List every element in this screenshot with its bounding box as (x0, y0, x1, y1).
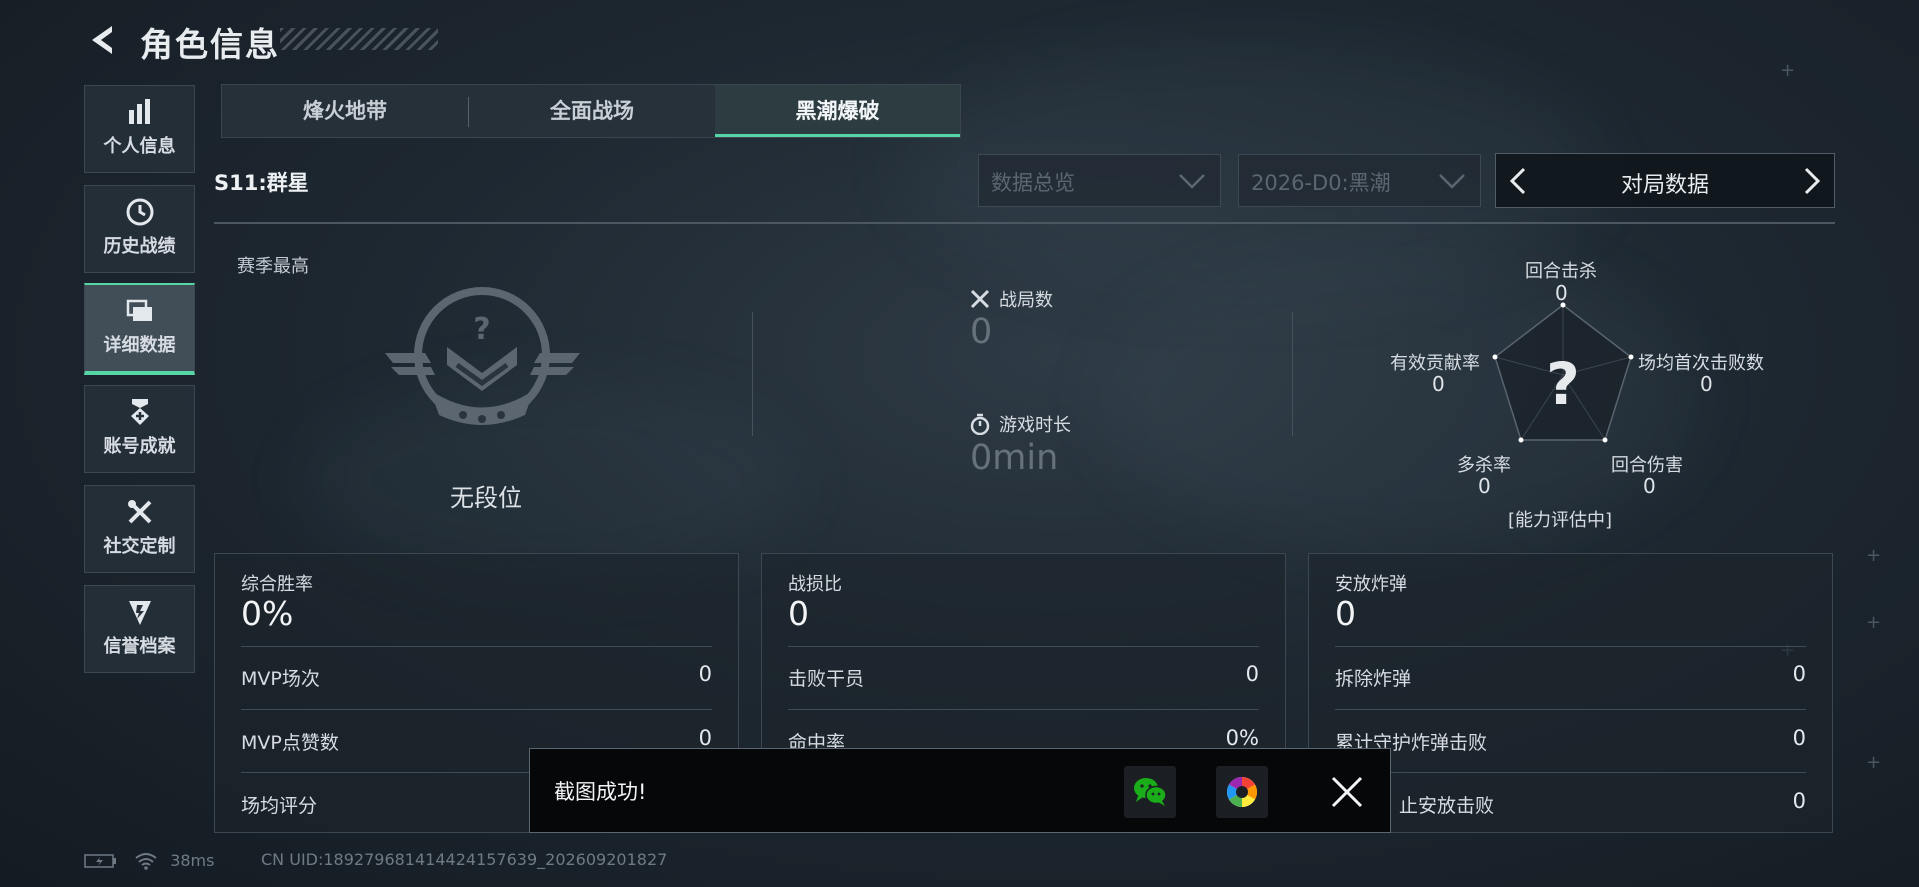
data-type-switcher: 对局数据 (1495, 153, 1835, 208)
card-title: 安放炸弹 (1335, 574, 1407, 595)
card-title: 综合胜率 (241, 574, 313, 595)
rank-badge-icon: ? (385, 287, 580, 425)
ability-radar-chart: ? (1492, 302, 1634, 443)
sidebar-item-label: 历史战绩 (103, 236, 176, 257)
matches-label: 战局数 (999, 290, 1053, 311)
row-label: MVP场次 (241, 668, 320, 690)
row-label: 止安放击败 (1399, 795, 1495, 817)
share-wechat-button[interactable] (1124, 766, 1176, 818)
row-label: 击败干员 (788, 668, 865, 690)
sidebar-item-history[interactable]: 历史战绩 (84, 185, 195, 273)
radar-label: 回合击杀 (1525, 261, 1597, 282)
sidebar-item-reputation[interactable]: 信誉档案 (84, 585, 195, 673)
wifi-icon (135, 852, 157, 870)
radar-value: 0 (1700, 372, 1713, 396)
crossed-swords-icon (970, 289, 990, 309)
svg-text:?: ? (473, 312, 490, 347)
ping-text: 38ms (170, 851, 215, 870)
sidebar-item-label: 详细数据 (103, 335, 176, 356)
overview-select[interactable]: 数据总览 (978, 154, 1221, 207)
card-title: 战损比 (788, 574, 842, 595)
tab-blackout-demolition[interactable]: 黑潮爆破 (715, 85, 960, 137)
sidebar-item-label: 信誉档案 (103, 636, 176, 657)
shield-icon (128, 601, 151, 625)
row-value: 0 (1792, 726, 1806, 750)
radar-value: 0 (1478, 474, 1491, 498)
mode-tabs: 烽火地带 全面战场 黑潮爆破 (221, 84, 961, 138)
sidebar-item-personal-info[interactable]: 个人信息 (84, 85, 195, 173)
tab-full-battlefield[interactable]: 全面战场 (469, 85, 715, 137)
back-arrow-icon[interactable] (84, 22, 120, 58)
row-label: 场均评分 (241, 795, 318, 817)
card-value: 0 (788, 594, 809, 633)
toast-message: 截图成功! (554, 780, 647, 804)
history-icon (126, 198, 153, 226)
radar-center-mark: ? (1546, 350, 1580, 418)
row-label: 拆除炸弹 (1335, 668, 1412, 690)
status-bar: 38ms (84, 850, 214, 870)
radar-value: 0 (1432, 372, 1445, 396)
album-icon (1226, 777, 1258, 807)
battery-icon (84, 853, 116, 868)
sidebar-item-achievements[interactable]: 账号成就 (84, 385, 195, 473)
season-best-label: 赛季最高 (237, 256, 309, 277)
season-select-value: 2026-D0:黑潮 (1251, 171, 1391, 195)
matches-value: 0 (970, 312, 993, 352)
tab-beacon-zone[interactable]: 烽火地带 (222, 85, 468, 137)
season-label: S11:群星 (214, 171, 309, 195)
row-label: MVP点赞数 (241, 732, 339, 754)
sidebar-item-label: 账号成就 (103, 436, 176, 457)
card-value: 0 (1335, 594, 1356, 633)
radar-value: 0 (1643, 474, 1656, 498)
title-decoration (280, 28, 438, 50)
row-value: 0 (1792, 662, 1806, 686)
medal-icon (130, 399, 149, 425)
divider (214, 222, 1835, 224)
folder-icon (126, 299, 152, 321)
sidebar-item-label: 个人信息 (103, 136, 176, 157)
playtime-label: 游戏时长 (999, 415, 1071, 436)
close-icon[interactable] (1330, 775, 1364, 809)
switcher-label: 对局数据 (1620, 173, 1709, 198)
playtime-value: 0min (970, 438, 1059, 478)
season-select[interactable]: 2026-D0:黑潮 (1238, 154, 1481, 207)
row-value: 0 (1245, 662, 1259, 686)
radar-value: 0 (1555, 281, 1568, 305)
page-title: 角色信息 (140, 25, 280, 64)
bar-chart-icon (128, 99, 150, 124)
row-value: 0 (698, 662, 712, 686)
uid-text: CN UID:18927968141442415763​9_2026092018… (261, 850, 668, 869)
share-album-button[interactable] (1216, 766, 1268, 818)
stopwatch-icon (970, 413, 990, 435)
row-value: 0 (698, 726, 712, 750)
chevron-down-icon (1439, 174, 1465, 189)
tools-icon (127, 500, 151, 524)
sidebar-item-detailed-data[interactable]: 详细数据 (84, 283, 195, 375)
card-value: 0% (241, 594, 294, 633)
radar-status: [能力评估中] (1508, 510, 1613, 531)
screenshot-toast: 截图成功! (529, 748, 1391, 833)
row-value: 0% (1225, 726, 1259, 750)
wechat-icon (1134, 778, 1167, 806)
chevron-down-icon (1179, 174, 1205, 189)
sidebar-item-social[interactable]: 社交定制 (84, 485, 195, 573)
chevron-right-icon[interactable] (1802, 166, 1822, 196)
row-value: 0 (1792, 789, 1806, 813)
overview-select-value: 数据总览 (991, 171, 1075, 195)
rank-text: 无段位 (450, 484, 522, 512)
sidebar-item-label: 社交定制 (103, 536, 176, 557)
